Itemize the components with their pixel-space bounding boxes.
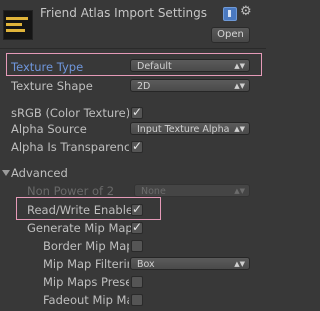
advanced-foldout-label[interactable]: Advanced bbox=[11, 166, 111, 180]
texture-type-value: Default bbox=[137, 61, 172, 72]
alpha-source-dropdown[interactable]: Input Texture Alpha ▲▼ bbox=[130, 122, 250, 135]
alpha-source-value: Input Texture Alpha bbox=[137, 124, 230, 135]
border-mip-maps-label: Border Mip Maps bbox=[43, 239, 129, 253]
texture-type-dropdown[interactable]: Default ▲▼ bbox=[130, 59, 250, 72]
foldout-arrow-icon[interactable] bbox=[2, 170, 10, 176]
mip-map-filtering-dropdown[interactable]: Box ▲▼ bbox=[130, 257, 250, 270]
non-power-of-2-label: Non Power of 2 bbox=[27, 184, 115, 198]
dropdown-arrow-icon: ▲▼ bbox=[234, 187, 245, 195]
dropdown-arrow-icon: ▲▼ bbox=[234, 260, 245, 268]
border-mip-maps-checkbox[interactable] bbox=[131, 240, 143, 252]
dropdown-arrow-icon: ▲▼ bbox=[234, 125, 245, 133]
alpha-source-label: Alpha Source bbox=[11, 122, 87, 136]
texture-thumbnail bbox=[3, 10, 33, 40]
inspector-title: Friend Atlas Import Settings bbox=[40, 6, 208, 20]
non-power-of-2-dropdown: None ▲▼ bbox=[134, 184, 250, 197]
srgb-checkbox[interactable] bbox=[131, 105, 143, 119]
mip-map-filtering-value: Box bbox=[137, 259, 155, 270]
open-button[interactable]: Open bbox=[211, 27, 250, 43]
alpha-is-transparency-checkbox[interactable] bbox=[131, 139, 143, 153]
dropdown-arrow-icon: ▲▼ bbox=[234, 62, 245, 70]
dropdown-arrow-icon: ▲▼ bbox=[234, 82, 245, 90]
gear-icon[interactable]: ⚙ bbox=[240, 5, 252, 18]
mip-maps-preserve-coverage-label: Mip Maps Preserve Coverage bbox=[43, 275, 129, 289]
non-power-of-2-value: None bbox=[141, 186, 166, 197]
mip-map-filtering-label: Mip Map Filtering bbox=[43, 257, 129, 271]
generate-mip-maps-checkbox[interactable] bbox=[131, 220, 143, 234]
texture-shape-dropdown[interactable]: 2D ▲▼ bbox=[130, 79, 250, 92]
texture-shape-value: 2D bbox=[137, 81, 151, 92]
fadeout-mip-maps-checkbox[interactable] bbox=[131, 294, 143, 306]
texture-shape-label: Texture Shape bbox=[11, 79, 93, 93]
alpha-is-transparency-label: Alpha Is Transparency bbox=[11, 140, 129, 154]
book-icon[interactable] bbox=[223, 7, 237, 21]
read-write-label: Read/Write Enabled bbox=[27, 203, 131, 217]
srgb-label: sRGB (Color Texture) bbox=[11, 106, 129, 120]
mip-maps-preserve-coverage-checkbox[interactable] bbox=[131, 276, 143, 288]
generate-mip-maps-label: Generate Mip Maps bbox=[27, 221, 131, 235]
fadeout-mip-maps-label: Fadeout Mip Maps bbox=[43, 293, 129, 307]
texture-type-label: Texture Type bbox=[11, 60, 84, 74]
read-write-checkbox[interactable] bbox=[131, 202, 143, 216]
